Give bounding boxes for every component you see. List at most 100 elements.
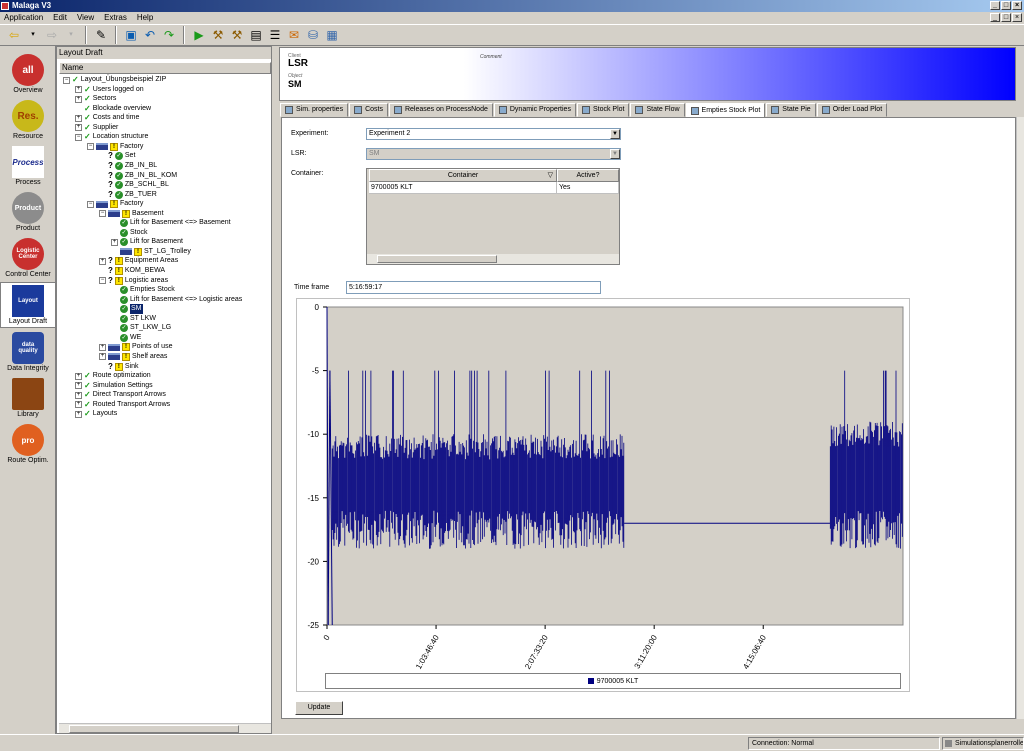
minimize-button[interactable]: _ [990, 1, 1000, 10]
tree-node[interactable]: ✓ WE [111, 333, 141, 343]
tree-node[interactable]: ? ✓ ZB_IN_BL_KOM [99, 171, 177, 181]
tab-sim-properties[interactable]: Sim. properties [280, 103, 349, 117]
tree-node[interactable]: + ✓ Supplier [75, 123, 118, 133]
sidebar-item-layout-draft[interactable]: Layout Layout Draft [0, 282, 56, 328]
tree-node[interactable]: −! Basement [99, 209, 164, 219]
list-icon[interactable]: ☰ [267, 27, 283, 43]
grid-header-container[interactable]: Container ▽ [369, 169, 557, 182]
menu-help[interactable]: Help [137, 12, 153, 24]
tab-state-flow[interactable]: State Flow [630, 103, 685, 117]
tab-empties-stock-plot[interactable]: Empties Stock Plot [685, 103, 766, 118]
export-xml-icon[interactable]: ✉ [286, 27, 302, 43]
redo-icon[interactable]: ↷ [161, 27, 177, 43]
tree-node[interactable]: +! Points of use [99, 342, 172, 352]
tree-node[interactable]: ? ✓ ZB_TUER [99, 190, 157, 200]
expand-toggle-icon[interactable]: + [99, 343, 106, 351]
tree-node[interactable]: + ✓ Costs and time [75, 113, 139, 123]
tree-node[interactable]: − ✓ Layout_Übungsbeispiel ZIP [63, 75, 166, 85]
content-vertical-scrollbar[interactable] [1016, 117, 1024, 719]
window-icon[interactable]: ▣ [123, 27, 139, 43]
tree-node[interactable]: ✓ Empties Stock [111, 285, 175, 295]
tree-node[interactable]: + ✓ Users logged on [75, 85, 144, 95]
grid-cell-container[interactable]: 9700005 KLT [369, 182, 557, 194]
dropdown-arrow-icon[interactable]: ▾ [25, 27, 41, 43]
tree-node[interactable]: + ✓ Layouts [75, 409, 117, 419]
experiment-select[interactable]: Experiment 2 ▼ [366, 128, 621, 140]
expand-toggle-icon[interactable]: + [99, 353, 106, 361]
tree-node[interactable]: + ✓ Simulation Settings [75, 381, 153, 391]
database-icon[interactable]: ⛁ [305, 27, 321, 43]
grid-horizontal-scrollbar[interactable] [367, 254, 619, 264]
expand-toggle-icon[interactable]: + [99, 257, 106, 265]
menu-application[interactable]: Application [4, 12, 43, 24]
table-icon[interactable]: ▤ [248, 27, 264, 43]
menu-edit[interactable]: Edit [53, 12, 67, 24]
tree-node[interactable]: ✓ Lift for Basement <=> Basement [111, 218, 231, 228]
expand-toggle-icon[interactable]: + [75, 114, 82, 122]
tree-node[interactable]: −! Factory [87, 199, 143, 209]
back-icon[interactable]: ⇦ [6, 27, 22, 43]
maximize-button[interactable]: □ [1001, 1, 1011, 10]
sidebar-item-library[interactable]: Library [0, 376, 56, 422]
tree-node[interactable]: ✓ Blockade overview [75, 104, 151, 114]
run-icon[interactable]: ▶ [191, 27, 207, 43]
sidebar-item-resource[interactable]: Res. Resource [0, 98, 56, 144]
tree-node[interactable]: ✓ Stock [111, 228, 148, 238]
tab-stock-plot[interactable]: Stock Plot [576, 103, 630, 117]
expand-toggle-icon[interactable]: − [87, 143, 94, 151]
tree-node[interactable]: + ✓ Sectors [75, 94, 116, 104]
menu-extras[interactable]: Extras [104, 12, 127, 24]
expand-toggle-icon[interactable]: + [75, 124, 82, 132]
dropdown-arrow-icon[interactable]: ▾ [63, 27, 79, 43]
tree-node[interactable]: ? ✓ Set [99, 151, 135, 161]
tree-node[interactable]: ? ✓ ZB_IN_BL [99, 161, 157, 171]
tree-node[interactable]: ✓ SM [111, 304, 143, 315]
tree-horizontal-scrollbar[interactable] [59, 723, 271, 733]
sidebar-item-product[interactable]: Product Product [0, 190, 56, 236]
hammer-icon[interactable]: ⚒ [229, 27, 245, 43]
expand-toggle-icon[interactable]: + [75, 95, 82, 103]
expand-toggle-icon[interactable]: − [75, 133, 82, 141]
update-button[interactable]: Update [295, 701, 343, 715]
tree-node[interactable]: ?! Sink [99, 362, 139, 372]
tree-node[interactable]: + ✓ Lift for Basement [111, 237, 183, 247]
tree-node[interactable]: ?! KOM_BEWA [99, 266, 165, 276]
chevron-down-icon[interactable]: ▼ [610, 129, 620, 139]
doc-restore-button[interactable]: □ [1001, 13, 1011, 22]
sidebar-item-route-optim[interactable]: pro Route Optim. [0, 422, 56, 468]
tab-state-pie[interactable]: State Pie [766, 103, 816, 117]
tree-column-header[interactable]: Name [59, 62, 271, 74]
expand-toggle-icon[interactable]: − [99, 210, 106, 218]
doc-close-button[interactable]: × [1012, 13, 1022, 22]
expand-toggle-icon[interactable]: + [75, 391, 82, 399]
sidebar-item-overview[interactable]: all Overview [0, 52, 56, 98]
doc-minimize-button[interactable]: _ [990, 13, 1000, 22]
tree-node[interactable]: −! Factory [87, 142, 143, 152]
expand-toggle-icon[interactable]: + [111, 238, 118, 246]
tab-dynamic-properties[interactable]: Dynamic Properties [493, 103, 576, 117]
tree-node[interactable]: +?! Equipment Areas [99, 256, 178, 266]
grid-cell-active[interactable]: Yes [557, 182, 619, 194]
expand-toggle-icon[interactable]: + [75, 401, 82, 409]
undo-icon[interactable]: ↶ [142, 27, 158, 43]
tab-releases[interactable]: Releases on ProcessNode [388, 103, 493, 117]
tree-node[interactable]: ! ST_LG_Trolley [111, 247, 191, 257]
expand-toggle-icon[interactable]: + [75, 372, 82, 380]
tab-costs[interactable]: Costs [349, 103, 388, 117]
forward-icon[interactable]: ⇨ [44, 27, 60, 43]
tree-node[interactable]: + ✓ Routed Transport Arrows [75, 400, 170, 410]
sidebar-item-control-center[interactable]: Logistic Center Control Center [0, 236, 56, 282]
menu-view[interactable]: View [77, 12, 94, 24]
tree-node[interactable]: ✓ ST_LKW_LG [111, 323, 171, 333]
tree-node[interactable]: ? ✓ ZB_SCHL_BL [99, 180, 169, 190]
grid-header-active[interactable]: Active? [557, 169, 619, 182]
expand-toggle-icon[interactable]: − [63, 76, 70, 84]
tree-node[interactable]: ✓ ST LKW [111, 314, 156, 324]
tree-node[interactable]: − ✓ Location structure [75, 132, 148, 142]
tree-node[interactable]: ✓ Lift for Basement <=> Logistic areas [111, 295, 242, 305]
tree-node[interactable]: +! Shelf areas [99, 352, 167, 362]
tree-node[interactable]: + ✓ Direct Transport Arrows [75, 390, 166, 400]
tab-order-load-plot[interactable]: Order Load Plot [816, 103, 888, 117]
sidebar-item-process[interactable]: Process Process [0, 144, 56, 190]
grid-icon[interactable]: ▦ [324, 27, 340, 43]
